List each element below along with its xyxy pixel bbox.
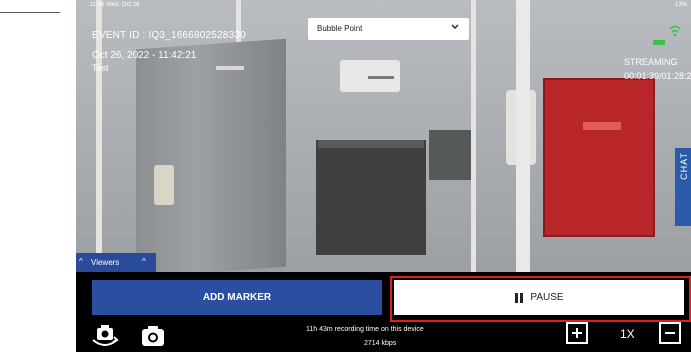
event-id: EVENT ID : IQ3_1666802528330: [92, 30, 246, 41]
camera-feed: CHAT 11:49 Wed, Oct 26 13% EVENT ID : IQ…: [76, 0, 691, 272]
status-time: 11:49 Wed, Oct 26: [90, 2, 140, 8]
chevron-down-icon: [451, 24, 459, 29]
chevron-up-icon: ^: [142, 257, 146, 266]
wifi-icon: [669, 25, 681, 37]
pipe: [516, 0, 530, 272]
junction-box-lid: [318, 140, 424, 148]
fire-hose-label: [583, 122, 621, 130]
camera-rotate-icon[interactable]: [90, 322, 120, 350]
controller-label: [368, 76, 394, 79]
fire-hose-cabinet: [543, 78, 655, 237]
zoom-level: 1X: [620, 327, 635, 341]
event-subtitle: Test: [92, 63, 109, 73]
electrical-panel: [136, 38, 286, 272]
zoom-in-button[interactable]: [566, 322, 588, 344]
pause-highlight-box: [390, 276, 691, 322]
margin-rule: [0, 12, 60, 13]
recording-time-remaining: 11h 43m recording time on this device: [306, 326, 424, 333]
bitrate: 2714 kbps: [364, 340, 397, 347]
chat-tab-label[interactable]: CHAT: [679, 152, 689, 180]
camera-icon[interactable]: [140, 324, 166, 348]
streaming-status: STREAMING: [624, 57, 678, 67]
viewers-label: Viewers: [91, 258, 120, 267]
dropdown-value: Bubble Point: [317, 24, 363, 33]
add-marker-button[interactable]: ADD MARKER: [92, 280, 382, 315]
status-bar: 11:49 Wed, Oct 26 13%: [76, 0, 691, 12]
panel-lock: [154, 165, 174, 205]
viewers-toggle[interactable]: ^ Viewers ^: [76, 253, 156, 272]
panel-slot: [216, 66, 244, 70]
zoom-out-button[interactable]: [659, 322, 681, 344]
conduit: [471, 0, 476, 272]
signal-indicator: [653, 40, 665, 45]
small-box: [429, 130, 471, 180]
junction-box: [316, 140, 426, 255]
battery-level: 13%: [674, 2, 687, 8]
chevron-up-icon: ^: [79, 257, 83, 266]
event-datetime: Oct 26, 2022 - 11:42:21: [92, 50, 197, 61]
test-type-dropdown[interactable]: Bubble Point: [308, 18, 469, 40]
stream-timer: 00:01:39/01:28:21: [624, 71, 691, 81]
